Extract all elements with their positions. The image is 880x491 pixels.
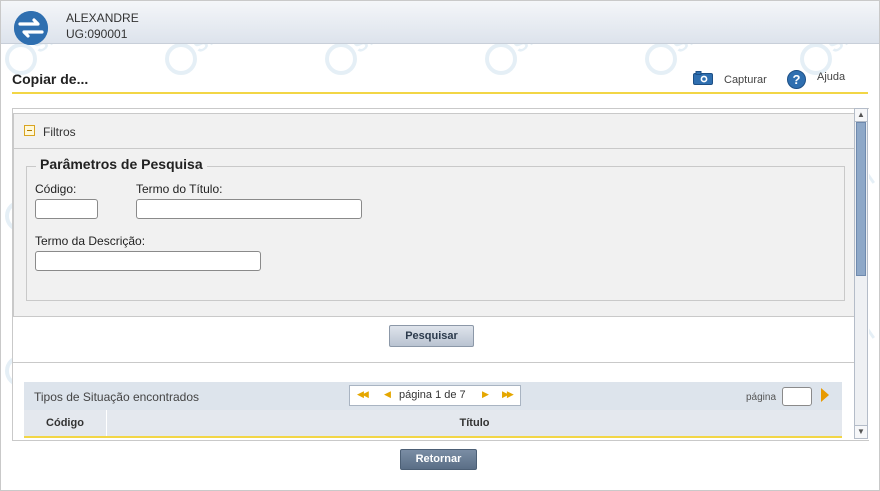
help-label: Ajuda: [817, 71, 846, 83]
top-header: ALEXANDRE UG:090001: [1, 1, 879, 45]
scroll-down-icon[interactable]: ▼: [855, 425, 867, 438]
codigo-label: Código:: [35, 182, 77, 196]
arrow-right-icon[interactable]: [821, 388, 829, 402]
goto-page-input[interactable]: [782, 387, 812, 406]
siafi-logo: [14, 11, 48, 45]
filters-panel: Filtros Parâmetros de Pesquisa Código: T…: [13, 113, 856, 317]
collapse-icon: [24, 125, 35, 136]
results-title: Tipos de Situação encontrados: [34, 390, 199, 404]
pager: ◀◀ ◀ página 1 de 7 ▶ ▶▶: [349, 385, 521, 406]
termo-titulo-input[interactable]: [136, 199, 362, 219]
search-parameters-legend: Parâmetros de Pesquisa: [36, 156, 207, 172]
termo-descricao-input[interactable]: [35, 251, 261, 271]
scrollbar-thumb[interactable]: [856, 122, 866, 276]
column-header-titulo[interactable]: Título: [107, 410, 842, 436]
pager-text: página 1 de 7: [399, 389, 466, 401]
search-button[interactable]: Pesquisar: [389, 325, 474, 347]
content-scroll-area: Filtros Parâmetros de Pesquisa Código: T…: [12, 108, 869, 441]
vertical-scrollbar[interactable]: ▲ ▼: [854, 108, 868, 439]
title-divider: [12, 92, 868, 94]
scroll-up-icon[interactable]: ▲: [855, 109, 867, 122]
results-table-header: Código Título: [24, 410, 842, 438]
help-button[interactable]: ? Ajuda: [787, 69, 847, 91]
results-divider: [13, 362, 854, 363]
goto-page-label: página: [746, 392, 777, 403]
app-window: SIAFI ALEXANDRE UG:090001 Copiar de... C…: [0, 0, 880, 491]
filters-toggle[interactable]: Filtros: [14, 114, 855, 149]
user-name: ALEXANDRE: [66, 11, 139, 25]
results-header-bar: Tipos de Situação encontrados ◀◀ ◀ págin…: [24, 382, 842, 410]
camera-icon: [693, 71, 713, 85]
user-ug: UG:090001: [66, 27, 128, 41]
help-icon: ?: [787, 70, 806, 89]
last-page-icon[interactable]: ▶▶: [502, 389, 514, 400]
next-page-icon[interactable]: ▶: [482, 389, 489, 400]
capture-label: Capturar: [724, 74, 767, 86]
codigo-input[interactable]: [35, 199, 98, 219]
svg-text:?: ?: [793, 72, 801, 87]
page-title: Copiar de...: [12, 71, 89, 87]
capture-button[interactable]: Capturar: [693, 69, 773, 89]
termo-titulo-label: Termo do Título:: [136, 182, 223, 196]
previous-page-icon[interactable]: ◀: [384, 389, 391, 400]
termo-descricao-label: Termo da Descrição:: [35, 234, 146, 248]
first-page-icon[interactable]: ◀◀: [357, 389, 369, 400]
filters-label: Filtros: [43, 125, 76, 139]
back-button[interactable]: Retornar: [400, 449, 477, 470]
column-header-codigo[interactable]: Código: [24, 410, 107, 436]
